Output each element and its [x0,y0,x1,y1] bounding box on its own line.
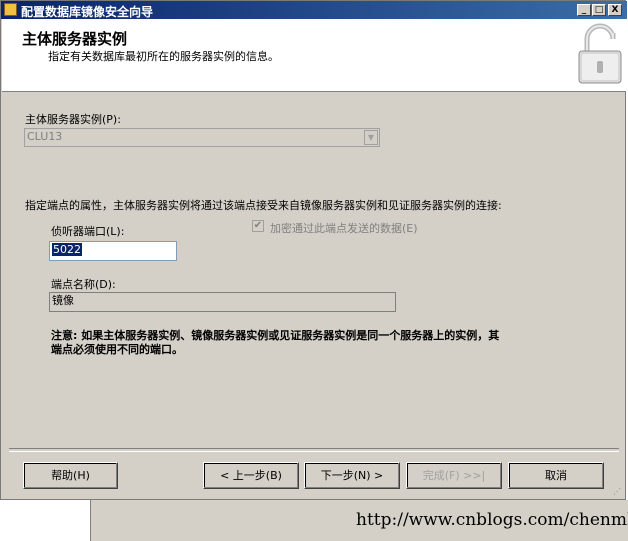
back-button[interactable]: < 上一步(B) [203,462,299,489]
minimize-button[interactable]: _ [577,4,591,16]
next-button[interactable]: 下一步(N) > [304,462,400,489]
port-value: 5022 [52,243,82,256]
lock-icon [578,23,622,84]
encrypt-checkbox[interactable]: ✔ [252,220,264,232]
maximize-button[interactable]: □ [592,4,606,16]
app-icon [4,3,17,16]
endpoint-properties-label: 指定端点的属性，主体服务器实例将通过该端点接受来自镜像服务器实例和见证服务器实例… [25,199,502,212]
wizard-window: 配置数据库镜像安全向导 _ □ X 主体服务器实例 指定有关数据库最初所在的服务… [0,0,627,500]
instance-value: CLU13 [27,130,63,143]
help-button[interactable]: 帮助(H) [23,462,118,489]
port-input[interactable]: 5022 [49,241,177,261]
port-label: 侦听器端口(L): [51,225,125,238]
window-title: 配置数据库镜像安全向导 [21,5,154,19]
wizard-header: 主体服务器实例 指定有关数据库最初所在的服务器实例的信息。 [2,19,626,92]
watermark-text: http://www.cnblogs.com/chenmh/ [356,510,628,530]
note-line-2: 端点必须使用不同的端口。 [51,343,183,356]
cancel-button[interactable]: 取消 [508,462,604,489]
page-title: 主体服务器实例 [22,30,128,48]
resize-grip-icon[interactable]: ⋰ [613,487,623,497]
endpoint-name-label: 端点名称(D): [51,278,116,291]
instance-label: 主体服务器实例(P): [25,113,121,126]
close-button[interactable]: X [608,4,622,16]
finish-button[interactable]: 完成(F) >>| [406,462,502,489]
chevron-down-icon[interactable]: ▼ [364,130,378,145]
footer-divider [9,448,619,452]
endpoint-name-input[interactable]: 镜像 [49,292,396,312]
encrypt-label: 加密通过此端点发送的数据(E) [270,222,418,235]
instance-select[interactable]: CLU13 ▼ [24,128,380,147]
page-subtitle: 指定有关数据库最初所在的服务器实例的信息。 [48,50,279,63]
title-bar[interactable]: 配置数据库镜像安全向导 _ □ X [1,1,627,19]
